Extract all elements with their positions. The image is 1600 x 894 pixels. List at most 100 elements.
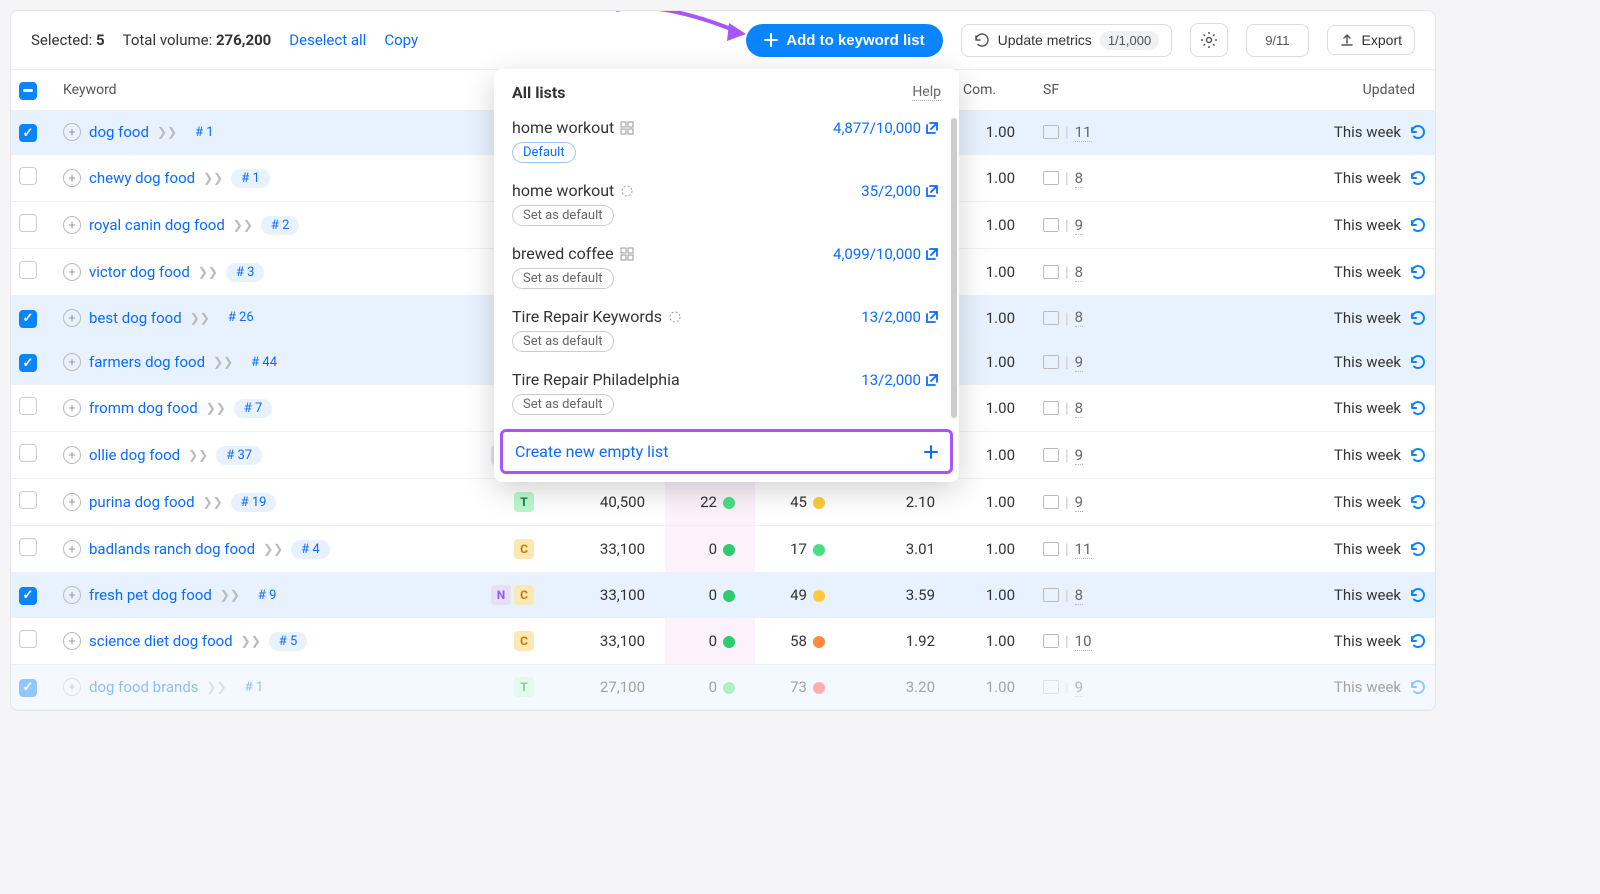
deselect-all-link[interactable]: Deselect all xyxy=(289,31,366,49)
expand-icon[interactable]: + xyxy=(63,632,81,650)
col-sf[interactable]: SF xyxy=(1035,70,1125,110)
refresh-row-icon[interactable] xyxy=(1409,586,1427,604)
refresh-row-icon[interactable] xyxy=(1409,399,1427,417)
list-name: brewed coffee xyxy=(512,244,634,263)
keyword-link[interactable]: dog food brands xyxy=(89,678,199,696)
refresh-row-icon[interactable] xyxy=(1409,123,1427,141)
row-checkbox[interactable] xyxy=(19,354,37,372)
refresh-row-icon[interactable] xyxy=(1409,353,1427,371)
keyword-link[interactable]: ollie dog food xyxy=(89,446,180,464)
col-updated[interactable]: Updated xyxy=(1125,70,1435,110)
row-checkbox[interactable] xyxy=(19,587,37,605)
refresh-row-icon[interactable] xyxy=(1409,678,1427,696)
expand-icon[interactable]: + xyxy=(63,309,81,327)
settings-button[interactable] xyxy=(1190,23,1228,57)
expand-icon[interactable]: + xyxy=(63,540,81,558)
expand-icon[interactable]: + xyxy=(63,353,81,371)
row-checkbox[interactable] xyxy=(19,444,37,462)
expand-icon[interactable]: + xyxy=(63,446,81,464)
chevron-icon: ❯❯ xyxy=(263,542,283,556)
expand-icon[interactable]: + xyxy=(63,586,81,604)
keyword-link[interactable]: royal canin dog food xyxy=(89,216,225,234)
expand-icon[interactable]: + xyxy=(63,216,81,234)
row-checkbox[interactable] xyxy=(19,167,37,185)
updated-text: This week xyxy=(1334,123,1401,141)
volume-cell: 27,100 xyxy=(545,665,665,710)
list-name: Tire Repair Keywords xyxy=(512,307,682,326)
volume-label: Total volume: 276,200 xyxy=(123,31,272,49)
chevron-icon: ❯❯ xyxy=(207,680,227,694)
list-item[interactable]: Tire Repair Philadelphia 13/2,000 Set as… xyxy=(494,362,957,425)
external-link-icon xyxy=(925,247,939,261)
list-count[interactable]: 4,877/10,000 xyxy=(833,119,939,137)
updated-text: This week xyxy=(1334,540,1401,558)
select-all-checkbox[interactable] xyxy=(19,82,37,100)
row-checkbox[interactable] xyxy=(19,538,37,556)
set-default-button[interactable]: Set as default xyxy=(512,205,614,226)
update-metrics-button[interactable]: Update metrics 1/1,000 xyxy=(961,24,1173,57)
list-item[interactable]: Tire Repair Keywords 13/2,000 Set as def… xyxy=(494,299,957,362)
list-count[interactable]: 13/2,000 xyxy=(861,308,939,326)
expand-icon[interactable]: + xyxy=(63,263,81,281)
expand-icon[interactable]: + xyxy=(63,493,81,511)
help-link[interactable]: Help xyxy=(912,84,941,101)
list-count[interactable]: 35/2,000 xyxy=(861,182,939,200)
keyword-link[interactable]: farmers dog food xyxy=(89,353,205,371)
keyword-link[interactable]: purina dog food xyxy=(89,493,195,511)
row-checkbox[interactable] xyxy=(19,630,37,648)
col-keyword[interactable]: Keyword xyxy=(55,70,475,110)
row-checkbox[interactable] xyxy=(19,397,37,415)
serp-icon xyxy=(1043,218,1059,232)
refresh-row-icon[interactable] xyxy=(1409,216,1427,234)
create-new-list-button[interactable]: Create new empty list xyxy=(500,429,953,474)
expand-icon[interactable]: + xyxy=(63,169,81,187)
keyword-link[interactable]: fresh pet dog food xyxy=(89,586,212,604)
keyword-link[interactable]: best dog food xyxy=(89,309,182,327)
scrollbar[interactable] xyxy=(951,118,957,418)
row-checkbox[interactable] xyxy=(19,124,37,142)
row-checkbox[interactable] xyxy=(19,214,37,232)
keyword-link[interactable]: science diet dog food xyxy=(89,632,233,650)
refresh-row-icon[interactable] xyxy=(1409,169,1427,187)
keyword-link[interactable]: dog food xyxy=(89,123,149,141)
refresh-row-icon[interactable] xyxy=(1409,540,1427,558)
row-checkbox[interactable] xyxy=(19,261,37,279)
refresh-row-icon[interactable] xyxy=(1409,632,1427,650)
columns-button[interactable]: 9/11 xyxy=(1246,24,1308,57)
list-name: Tire Repair Philadelphia xyxy=(512,370,680,389)
list-count[interactable]: 13/2,000 xyxy=(861,371,939,389)
chevron-icon: ❯❯ xyxy=(198,265,218,279)
col-com[interactable]: Com. xyxy=(955,70,1035,110)
list-item[interactable]: brewed coffee 4,099/10,000 Set as defaul… xyxy=(494,236,957,299)
set-default-button[interactable]: Set as default xyxy=(512,394,614,415)
volume-cell: 33,100 xyxy=(545,618,665,665)
expand-icon[interactable]: + xyxy=(63,123,81,141)
export-button[interactable]: Export xyxy=(1327,25,1415,55)
results-cell: 0 xyxy=(665,526,755,573)
refresh-row-icon[interactable] xyxy=(1409,309,1427,327)
sf-cell: | 9 xyxy=(1043,216,1117,235)
refresh-row-icon[interactable] xyxy=(1409,263,1427,281)
expand-icon[interactable]: + xyxy=(63,399,81,417)
list-item[interactable]: home workout 35/2,000 Set as default xyxy=(494,173,957,236)
refresh-row-icon[interactable] xyxy=(1409,493,1427,511)
set-default-button[interactable]: Set as default xyxy=(512,268,614,289)
row-checkbox[interactable] xyxy=(19,491,37,509)
row-checkbox[interactable] xyxy=(19,310,37,328)
set-default-button[interactable]: Set as default xyxy=(512,331,614,352)
volume-cell: 33,100 xyxy=(545,526,665,573)
row-checkbox[interactable] xyxy=(19,679,37,697)
results-cell: 0 xyxy=(665,618,755,665)
copy-link[interactable]: Copy xyxy=(384,31,418,49)
list-item[interactable]: home workout 4,877/10,000 Default xyxy=(494,110,957,173)
keyword-link[interactable]: chewy dog food xyxy=(89,169,195,187)
keyword-link[interactable]: victor dog food xyxy=(89,263,190,281)
keyword-link[interactable]: badlands ranch dog food xyxy=(89,540,255,558)
keyword-link[interactable]: fromm dog food xyxy=(89,399,198,417)
add-to-keyword-list-button[interactable]: Add to keyword list xyxy=(746,24,942,57)
list-count[interactable]: 4,099/10,000 xyxy=(833,245,939,263)
com-cell: 1.00 xyxy=(955,110,1035,155)
refresh-row-icon[interactable] xyxy=(1409,446,1427,464)
expand-icon[interactable]: + xyxy=(63,678,81,696)
com-cell: 1.00 xyxy=(955,385,1035,432)
